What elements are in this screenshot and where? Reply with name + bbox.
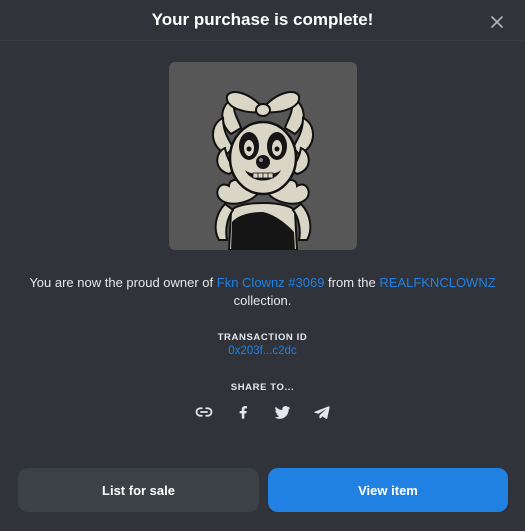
- share-label: SHARE TO...: [230, 382, 295, 393]
- share-telegram-button[interactable]: [312, 403, 330, 421]
- clown-nft-image: [212, 91, 314, 250]
- header-divider: [0, 40, 525, 41]
- purchase-complete-modal: Your purchase is complete! You are now t…: [0, 0, 525, 531]
- view-item-button[interactable]: View item: [268, 468, 508, 512]
- modal-title: Your purchase is complete!: [151, 10, 374, 29]
- list-for-sale-button[interactable]: List for sale: [18, 468, 259, 512]
- ownership-message: You are now the proud owner of Fkn Clown…: [20, 274, 505, 310]
- ownership-prefix: You are now the proud owner of: [29, 275, 217, 290]
- link-icon: [195, 407, 213, 417]
- collection-link[interactable]: REALFKNCLOWNZ: [379, 275, 495, 290]
- close-icon: [491, 16, 503, 28]
- share-facebook-button[interactable]: [234, 403, 252, 421]
- item-name-link[interactable]: Fkn Clownz #3069: [217, 275, 325, 290]
- share-twitter-button[interactable]: [273, 403, 291, 421]
- telegram-icon: [313, 405, 330, 419]
- facebook-icon: [239, 406, 247, 419]
- share-buttons: [0, 403, 525, 421]
- share-link-button[interactable]: [195, 403, 213, 421]
- transaction-id-label: TRANSACTION ID: [217, 332, 308, 343]
- ownership-suffix: collection.: [233, 293, 292, 308]
- ownership-middle: from the: [324, 275, 380, 290]
- twitter-icon: [274, 405, 290, 419]
- close-button[interactable]: [487, 12, 507, 32]
- transaction-id-link[interactable]: 0x203f...c2dc: [228, 345, 296, 357]
- nft-image[interactable]: [169, 62, 357, 250]
